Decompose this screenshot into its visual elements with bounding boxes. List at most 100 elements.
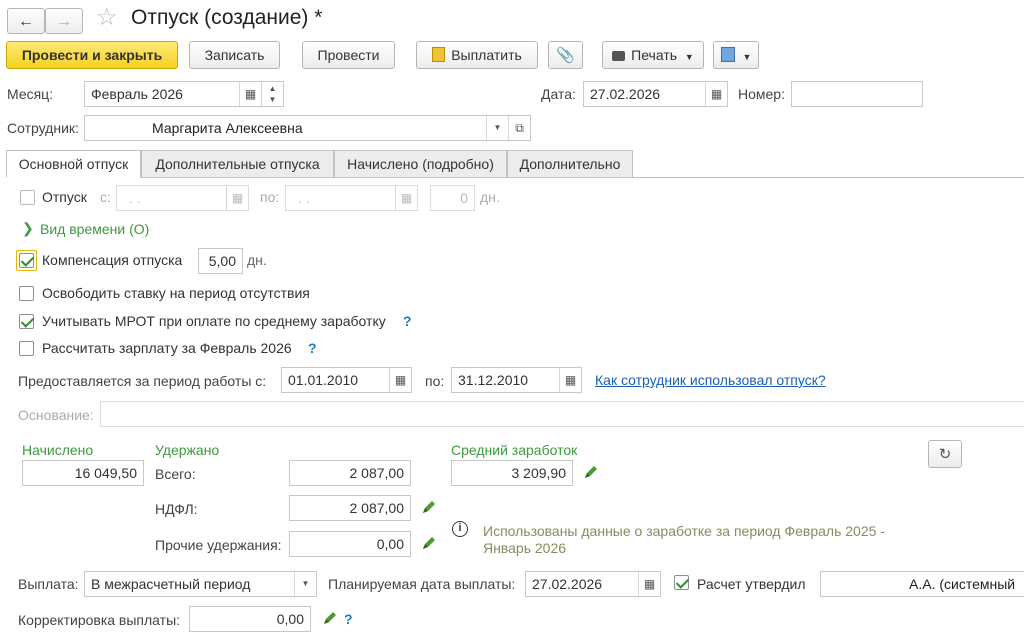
document-icon: [432, 47, 446, 62]
other-withholdings-label: Прочие удержания:: [155, 537, 282, 553]
time-type-link[interactable]: Вид времени (О): [40, 221, 149, 237]
calendar-icon[interactable]: ▦: [389, 368, 411, 392]
mrot-help-icon[interactable]: ?: [403, 313, 412, 329]
period-from-value: 01.01.2010: [288, 372, 359, 388]
tab-main-vacation[interactable]: Основной отпуск: [6, 150, 141, 178]
compensation-checkbox[interactable]: [19, 253, 34, 268]
number-field[interactable]: [791, 81, 923, 107]
tab-additional[interactable]: Дополнительно: [507, 150, 633, 178]
back-button[interactable]: ←: [7, 8, 45, 34]
compensation-days-unit: дн.: [247, 252, 267, 268]
month-field[interactable]: Февраль 2026 ▦ ▲ ▼: [84, 81, 284, 107]
arrow-left-icon: ←: [18, 13, 34, 30]
free-rate-checkbox[interactable]: [19, 286, 34, 301]
calendar-icon[interactable]: ▦: [559, 368, 581, 392]
pencil-icon[interactable]: [322, 610, 338, 626]
calendar-icon[interactable]: ▦: [239, 82, 261, 106]
pay-button[interactable]: Выплатить: [416, 41, 538, 69]
vacation-days-field[interactable]: 0: [430, 185, 475, 211]
post-and-close-button[interactable]: Провести и закрыть: [6, 41, 178, 69]
attach-button[interactable]: 📎: [548, 41, 583, 69]
planned-date-value: 27.02.2026: [532, 576, 603, 592]
create-based-on-button[interactable]: ▼: [713, 41, 759, 69]
month-label: Месяц:: [7, 86, 54, 102]
post-button[interactable]: Провести: [302, 41, 395, 69]
create-document-icon: [720, 47, 735, 62]
correction-label: Корректировка выплаты:: [18, 612, 181, 628]
calendar-icon[interactable]: ▦: [638, 572, 660, 596]
salary-checkbox[interactable]: [19, 341, 34, 356]
mrot-checkbox[interactable]: [19, 314, 34, 329]
open-icon[interactable]: ⧉: [508, 116, 530, 140]
info-icon: i: [452, 521, 468, 537]
vacation-usage-link[interactable]: Как сотрудник использовал отпуск?: [595, 372, 826, 388]
approver-value: А.А. (системный: [909, 576, 1016, 592]
salary-label: Рассчитать зарплату за Февраль 2026: [42, 340, 292, 356]
basis-label: Основание:: [18, 407, 94, 423]
employee-label: Сотрудник:: [7, 120, 79, 136]
period-to-field[interactable]: 31.12.2010 ▦: [451, 367, 582, 393]
employee-value: Маргарита Алексеевна: [152, 120, 303, 136]
vacation-from-field[interactable]: . . ▦: [116, 185, 249, 211]
chevron-right-icon[interactable]: ❯: [22, 220, 34, 237]
star-icon[interactable]: ☆: [96, 3, 118, 32]
payment-field[interactable]: В межрасчетный период ▼: [84, 571, 317, 597]
calendar-icon[interactable]: ▦: [705, 82, 727, 106]
ndfl-field[interactable]: 2 087,00: [289, 495, 411, 521]
vacation-days-unit: дн.: [480, 189, 500, 205]
planned-date-field[interactable]: 27.02.2026 ▦: [525, 571, 661, 597]
vacation-from-label: с:: [100, 189, 111, 205]
employee-field[interactable]: Маргарита Алексеевна ▼ ⧉: [84, 115, 531, 141]
pencil-icon[interactable]: [421, 499, 437, 515]
vacation-checkbox[interactable]: [20, 190, 35, 205]
total-field[interactable]: 2 087,00: [289, 460, 411, 486]
tab-additional-vacations[interactable]: Дополнительные отпуска: [141, 150, 334, 178]
forward-button[interactable]: →: [45, 8, 83, 34]
average-earnings-field[interactable]: 3 209,90: [451, 460, 573, 486]
accrued-heading: Начислено: [22, 442, 94, 458]
correction-field[interactable]: 0,00: [189, 606, 311, 632]
chevron-down-icon: ▼: [684, 52, 694, 62]
chevron-down-icon: ▼: [742, 52, 752, 62]
vacation-to-field[interactable]: . . ▦: [285, 185, 418, 211]
date-field[interactable]: 27.02.2026 ▦: [583, 81, 728, 107]
withheld-heading: Удержано: [155, 442, 220, 458]
vacation-from-value: . .: [129, 190, 141, 206]
print-button-label: Печать: [631, 47, 678, 63]
page-title: Отпуск (создание) *: [131, 6, 323, 29]
vacation-to-value: . .: [298, 190, 310, 206]
date-label: Дата:: [541, 86, 576, 102]
payment-label: Выплата:: [18, 576, 79, 592]
vacation-to-label: по:: [260, 189, 280, 205]
number-label: Номер:: [738, 86, 785, 102]
payment-value: В межрасчетный период: [91, 576, 251, 592]
period-from-field[interactable]: 01.01.2010 ▦: [281, 367, 412, 393]
salary-help-icon[interactable]: ?: [308, 340, 317, 356]
tab-accrued-detailed[interactable]: Начислено (подробно): [334, 150, 507, 178]
accrued-field[interactable]: 16 049,50: [22, 460, 144, 486]
other-withholdings-field[interactable]: 0,00: [289, 531, 411, 557]
approver-field[interactable]: А.А. (системный: [820, 571, 1024, 597]
planned-date-label: Планируемая дата выплаты:: [328, 576, 516, 592]
basis-field[interactable]: [100, 401, 1024, 427]
dropdown-icon[interactable]: ▼: [294, 572, 316, 596]
compensation-days-field[interactable]: 5,00: [198, 248, 243, 274]
stepper-icon[interactable]: ▲ ▼: [261, 82, 283, 106]
month-value: Февраль 2026: [91, 86, 183, 102]
correction-help-icon[interactable]: ?: [344, 611, 353, 627]
approved-checkbox[interactable]: [674, 575, 689, 590]
print-button[interactable]: Печать ▼: [602, 41, 704, 69]
date-value: 27.02.2026: [590, 86, 661, 102]
period-to-value: 31.12.2010: [458, 372, 529, 388]
save-button[interactable]: Записать: [189, 41, 280, 69]
paperclip-icon: 📎: [556, 47, 575, 64]
calendar-icon[interactable]: ▦: [226, 186, 248, 210]
refresh-button[interactable]: ↻: [928, 440, 962, 468]
pencil-icon[interactable]: [421, 535, 437, 551]
arrow-right-icon: →: [56, 13, 72, 30]
calendar-icon[interactable]: ▦: [395, 186, 417, 210]
vacation-label: Отпуск: [42, 189, 87, 205]
pencil-icon[interactable]: [583, 464, 599, 480]
printer-icon: [612, 51, 626, 61]
dropdown-icon[interactable]: ▼: [486, 116, 508, 140]
